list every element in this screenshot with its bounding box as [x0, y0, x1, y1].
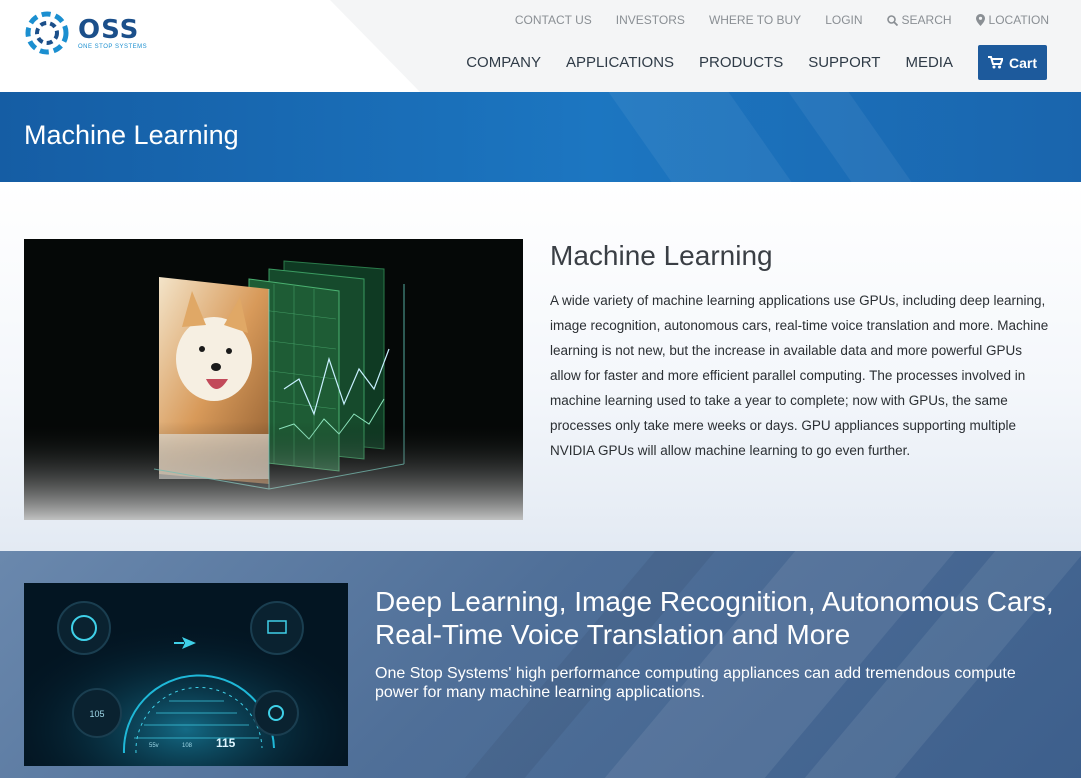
cart-button[interactable]: Cart	[977, 45, 1047, 80]
car-dashboard-illustration: 105 55v 108 115	[24, 583, 348, 766]
utility-investors[interactable]: INVESTORS	[616, 13, 685, 27]
logo-subtext: ONE STOP SYSTEMS	[78, 43, 148, 50]
section-body: A wide variety of machine learning appli…	[550, 293, 1049, 458]
utility-search[interactable]: SEARCH	[886, 13, 952, 27]
car-dashboard-image: 105 55v 108 115	[24, 583, 348, 766]
deep-learning-body: One Stop Systems' high performance compu…	[375, 665, 1016, 701]
page-title: Machine Learning	[24, 120, 239, 150]
dashboard-temp: 108	[182, 743, 193, 749]
nav-support[interactable]: SUPPORT	[808, 54, 880, 71]
section-title: Machine Learning	[550, 240, 773, 271]
cart-label: Cart	[1008, 54, 1037, 71]
utility-login[interactable]: LOGIN	[825, 13, 862, 27]
oss-logo-icon	[25, 11, 69, 55]
utility-location[interactable]: LOCATION	[975, 13, 1049, 27]
deep-learning-section: 105 55v 108 115 Deep Learning, Image Rec…	[0, 551, 1081, 778]
oss-logo[interactable]: OSS ONE STOP SYSTEMS	[24, 10, 147, 56]
utility-nav: CONTACT US INVESTORS WHERE TO BUY LOGIN …	[515, 13, 1049, 27]
nav-applications[interactable]: APPLICATIONS	[566, 54, 674, 71]
nav-company[interactable]: COMPANY	[466, 54, 541, 71]
utility-where-to-buy[interactable]: WHERE TO BUY	[709, 13, 801, 27]
machine-learning-section: Machine Learning A wide variety of machi…	[0, 182, 1081, 551]
gpu-neural-network-illustration	[24, 239, 523, 520]
shopping-cart-icon	[987, 56, 1003, 69]
utility-location-label: LOCATION	[988, 13, 1049, 27]
location-pin-icon	[975, 14, 985, 26]
search-icon	[886, 14, 898, 26]
machine-learning-image	[24, 239, 523, 520]
page-title-banner: Machine Learning	[0, 92, 1081, 182]
dashboard-speed: 115	[216, 736, 236, 750]
utility-search-label: SEARCH	[901, 13, 952, 27]
site-header: OSS ONE STOP SYSTEMS CONTACT US INVESTOR…	[0, 0, 1081, 92]
utility-contact-us[interactable]: CONTACT US	[515, 13, 592, 27]
dashboard-voltage: 55v	[149, 743, 159, 749]
nav-products[interactable]: PRODUCTS	[699, 54, 783, 71]
logo-text: OSS	[78, 14, 140, 45]
nav-media[interactable]: MEDIA	[905, 54, 953, 71]
dashboard-gauge-value: 105	[89, 709, 104, 719]
deep-learning-title: Deep Learning, Image Recognition, Autono…	[375, 586, 1054, 650]
main-nav: COMPANY APPLICATIONS PRODUCTS SUPPORT ME…	[441, 45, 1047, 80]
